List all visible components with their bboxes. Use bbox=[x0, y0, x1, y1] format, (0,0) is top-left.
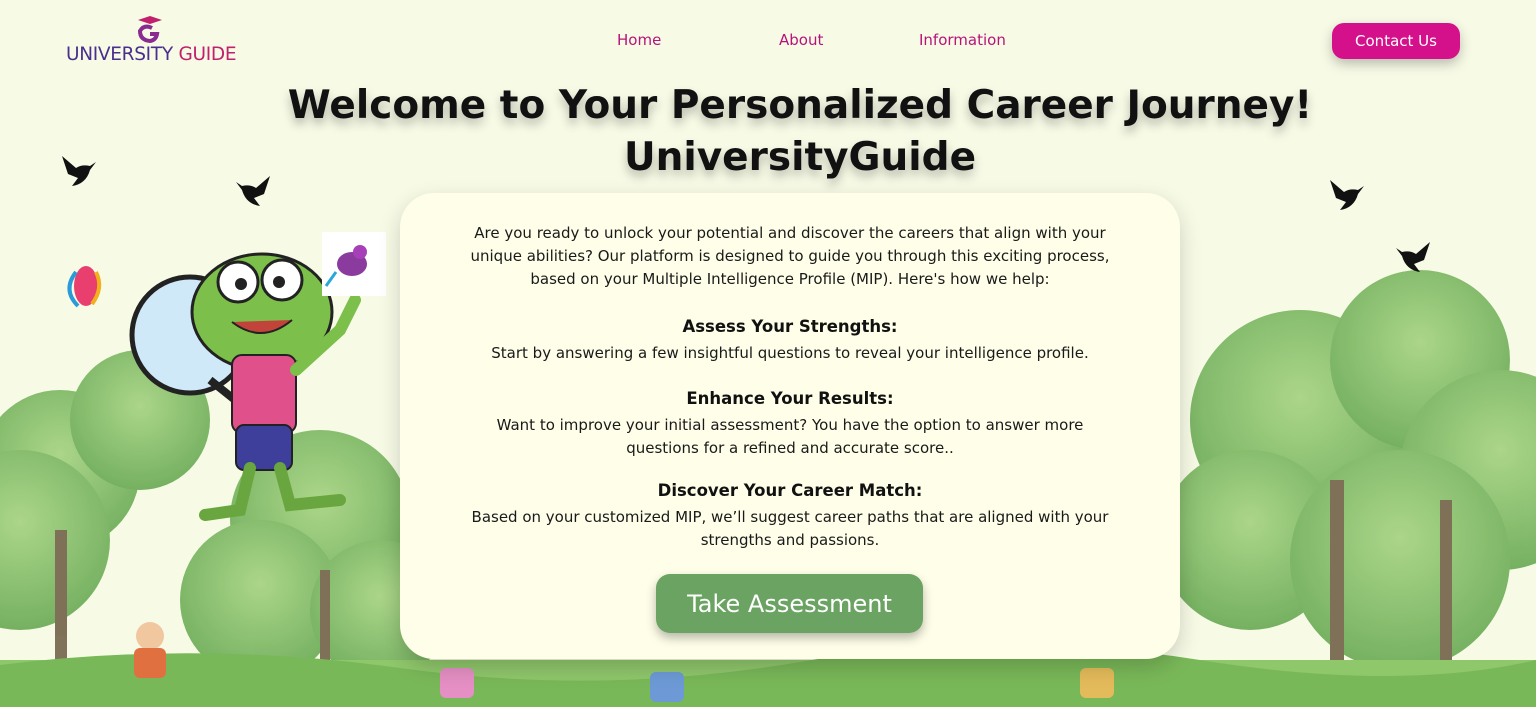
page-title: Welcome to Your Personalized Career Jour… bbox=[0, 80, 1536, 184]
step-heading-assess: Assess Your Strengths: bbox=[682, 317, 898, 336]
nav-home-link[interactable]: Home bbox=[617, 31, 661, 49]
intro-card: Are you ready to unlock your potential a… bbox=[400, 193, 1180, 659]
step-text-enhance: Want to improve your initial assessment?… bbox=[496, 416, 1084, 457]
page-title-line2: UniversityGuide bbox=[623, 135, 977, 180]
contact-us-button[interactable]: Contact Us bbox=[1332, 23, 1460, 59]
small-bird-illustration bbox=[322, 232, 386, 296]
step-text-assess: Start by answering a few insightful ques… bbox=[491, 344, 1089, 362]
intro-text: Are you ready to unlock your potential a… bbox=[470, 224, 1110, 288]
step-text-discover: Based on your customized MIP, we’ll sugg… bbox=[471, 508, 1109, 549]
step-heading-enhance: Enhance Your Results: bbox=[686, 389, 894, 408]
take-assessment-button[interactable]: Take Assessment bbox=[656, 574, 923, 633]
parrot-illustration bbox=[67, 266, 102, 308]
step-heading-discover: Discover Your Career Match: bbox=[657, 481, 923, 500]
nav-information-link[interactable]: Information bbox=[919, 31, 1006, 49]
bird-silhouette-icon bbox=[1396, 242, 1430, 272]
nav-about-link[interactable]: About bbox=[779, 31, 823, 49]
main-nav: Home About Information bbox=[0, 31, 1536, 55]
page-title-line1: Welcome to Your Personalized Career Jour… bbox=[287, 83, 1313, 128]
